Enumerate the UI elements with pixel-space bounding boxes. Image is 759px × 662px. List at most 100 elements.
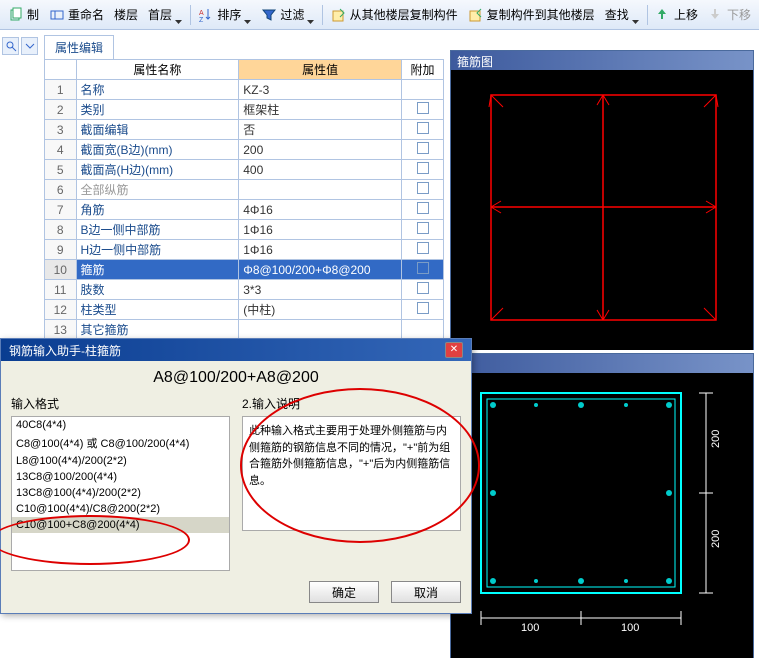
formula-display: A8@100/200+A8@200 — [11, 367, 461, 395]
filter-button[interactable]: 过滤 — [257, 4, 318, 25]
prop-value[interactable]: 200 — [239, 140, 402, 160]
prop-add[interactable] — [402, 220, 444, 240]
prop-add[interactable] — [402, 120, 444, 140]
row-number: 7 — [45, 200, 77, 220]
row-number: 10 — [45, 260, 77, 280]
property-row[interactable]: 7角筋4Φ16 — [45, 200, 444, 220]
properties-panel: 属性编辑 属性名称 属性值 附加 1名称KZ-32类别框架柱3截面编辑否4截面宽… — [44, 35, 444, 340]
format-option[interactable]: L8@100(4*4)/200(2*2) — [12, 453, 229, 469]
copy-button[interactable]: 制 — [4, 4, 43, 25]
chevron-down-icon — [244, 13, 251, 17]
floor-label: 楼层 — [110, 4, 142, 25]
prop-name: 类别 — [76, 100, 239, 120]
prop-value[interactable] — [239, 180, 402, 200]
mini-expand-button[interactable] — [21, 37, 38, 55]
header-name: 属性名称 — [76, 60, 239, 80]
prop-value[interactable] — [239, 320, 402, 340]
dim-w2: 100 — [621, 622, 639, 634]
cancel-button[interactable]: 取消 — [391, 581, 461, 603]
prop-add[interactable] — [402, 100, 444, 120]
row-number: 5 — [45, 160, 77, 180]
prop-name: 角筋 — [76, 200, 239, 220]
prop-name: 全部纵筋 — [76, 180, 239, 200]
format-list[interactable]: 40C8(4*4)C8@100(4*4) 或 C8@100/200(4*4)L8… — [11, 416, 230, 571]
format-option[interactable]: C10@100+C8@200(4*4) — [12, 517, 229, 533]
prop-name: 柱类型 — [76, 300, 239, 320]
property-row[interactable]: 9H边一侧中部筋1Φ16 — [45, 240, 444, 260]
main-toolbar: 制 重命名 楼层 首层 AZ排序 过滤 从其他楼层复制构件 复制构件到其他楼层 … — [0, 0, 759, 30]
header-add: 附加 — [402, 60, 444, 80]
prop-add[interactable] — [402, 160, 444, 180]
property-row[interactable]: 10箍筋Φ8@100/200+Φ8@200 — [45, 260, 444, 280]
dialog-title: 钢筋输入助手-柱箍筋 — [9, 342, 121, 359]
prop-value[interactable]: 否 — [239, 120, 402, 140]
mini-toolbar — [0, 35, 40, 57]
row-number: 11 — [45, 280, 77, 300]
chevron-down-icon — [307, 13, 314, 17]
property-row[interactable]: 6全部纵筋 — [45, 180, 444, 200]
rename-button[interactable]: 重命名 — [45, 4, 108, 25]
row-number: 1 — [45, 80, 77, 100]
stirrup-diagram-panel: 箍筋图 — [450, 50, 754, 350]
section-canvas: 100 100 200 200 — [451, 373, 753, 658]
property-row[interactable]: 13其它箍筋 — [45, 320, 444, 340]
prop-name: 截面编辑 — [76, 120, 239, 140]
floor-select[interactable]: 首层 — [144, 4, 186, 25]
prop-add[interactable] — [402, 80, 444, 100]
row-number: 9 — [45, 240, 77, 260]
import-icon — [331, 7, 347, 23]
prop-value[interactable]: Φ8@100/200+Φ8@200 — [239, 260, 402, 280]
property-row[interactable]: 4截面宽(B边)(mm)200 — [45, 140, 444, 160]
format-option[interactable]: C10@100(4*4)/C8@200(2*2) — [12, 501, 229, 517]
move-up-button[interactable]: 上移 — [651, 4, 702, 25]
property-row[interactable]: 3截面编辑否 — [45, 120, 444, 140]
prop-add[interactable] — [402, 200, 444, 220]
prop-value[interactable]: 400 — [239, 160, 402, 180]
prop-add[interactable] — [402, 320, 444, 340]
stirrup-diagram-title: 箍筋图 — [451, 51, 753, 70]
prop-add[interactable] — [402, 280, 444, 300]
prop-name: 截面宽(B边)(mm) — [76, 140, 239, 160]
prop-add[interactable] — [402, 180, 444, 200]
prop-name: 截面高(H边)(mm) — [76, 160, 239, 180]
prop-value[interactable]: 1Φ16 — [239, 240, 402, 260]
dim-w1: 100 — [521, 622, 539, 634]
dialog-titlebar[interactable]: 钢筋输入助手-柱箍筋 ✕ — [1, 339, 471, 361]
format-option[interactable]: 13C8@100/200(4*4) — [12, 469, 229, 485]
prop-value[interactable]: (中柱) — [239, 300, 402, 320]
prop-value[interactable]: 框架柱 — [239, 100, 402, 120]
prop-value[interactable]: KZ-3 — [239, 80, 402, 100]
property-row[interactable]: 5截面高(H边)(mm)400 — [45, 160, 444, 180]
find-button[interactable]: 查找 — [601, 4, 643, 25]
prop-value[interactable]: 1Φ16 — [239, 220, 402, 240]
close-button[interactable]: ✕ — [445, 342, 463, 358]
format-option[interactable]: 40C8(4*4) — [12, 417, 229, 433]
prop-value[interactable]: 4Φ16 — [239, 200, 402, 220]
property-row[interactable]: 12柱类型(中柱) — [45, 300, 444, 320]
prop-add[interactable] — [402, 260, 444, 280]
prop-name: B边一侧中部筋 — [76, 220, 239, 240]
prop-add[interactable] — [402, 240, 444, 260]
format-option[interactable]: 13C8@100(4*4)/200(2*2) — [12, 485, 229, 501]
filter-icon — [261, 7, 277, 23]
property-row[interactable]: 11肢数3*3 — [45, 280, 444, 300]
format-heading: 输入格式 — [11, 395, 230, 412]
format-option[interactable]: C8@100(4*4) 或 C8@100/200(4*4) — [12, 433, 229, 453]
property-row[interactable]: 8B边一侧中部筋1Φ16 — [45, 220, 444, 240]
prop-name: 箍筋 — [76, 260, 239, 280]
prop-add[interactable] — [402, 140, 444, 160]
mini-search-button[interactable] — [2, 37, 19, 55]
properties-tab[interactable]: 属性编辑 — [44, 35, 114, 59]
property-row[interactable]: 1名称KZ-3 — [45, 80, 444, 100]
move-down-button[interactable]: 下移 — [704, 4, 755, 25]
prop-add[interactable] — [402, 300, 444, 320]
ok-button[interactable]: 确定 — [309, 581, 379, 603]
property-row[interactable]: 2类别框架柱 — [45, 100, 444, 120]
copy-from-button[interactable]: 从其他楼层复制构件 — [327, 4, 462, 25]
chevron-down-icon — [175, 13, 182, 17]
copy-to-button[interactable]: 复制构件到其他楼层 — [464, 4, 599, 25]
prop-value[interactable]: 3*3 — [239, 280, 402, 300]
properties-table: 属性名称 属性值 附加 1名称KZ-32类别框架柱3截面编辑否4截面宽(B边)(… — [44, 59, 444, 340]
sort-button[interactable]: AZ排序 — [194, 4, 255, 25]
row-number: 2 — [45, 100, 77, 120]
